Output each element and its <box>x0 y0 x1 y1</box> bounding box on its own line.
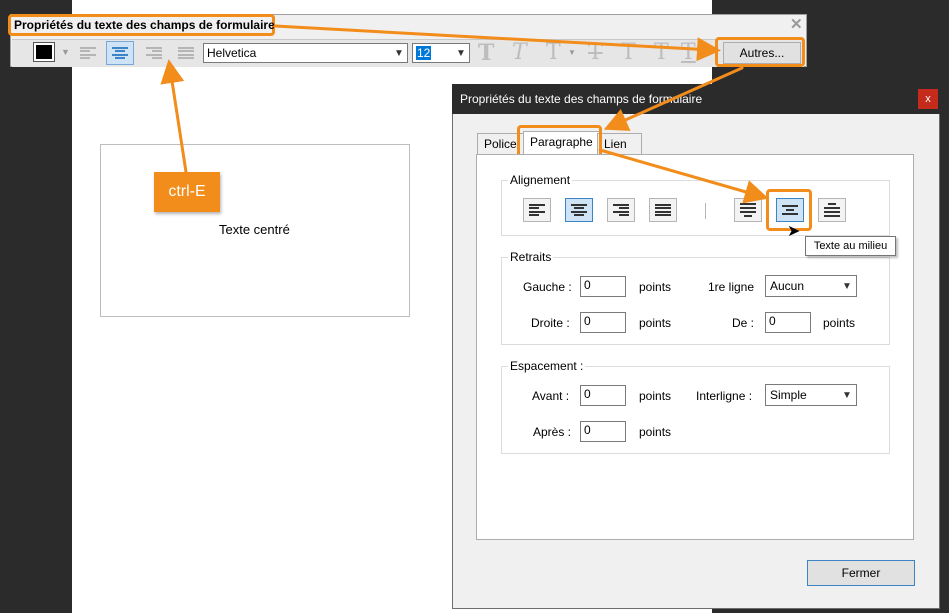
align-left-icon[interactable] <box>74 41 102 65</box>
tooltip: Texte au milieu <box>805 236 896 256</box>
line-spacing-value: Simple <box>770 388 807 402</box>
valign-top-icon[interactable] <box>734 198 762 222</box>
justify-icon[interactable] <box>649 198 677 222</box>
spacing-group <box>501 366 890 454</box>
font-family-select[interactable]: Helvetica ▼ <box>203 43 408 63</box>
chevron-down-icon: ▼ <box>842 389 852 401</box>
unit-label: points <box>823 316 856 330</box>
align-left-icon[interactable] <box>523 198 551 222</box>
strikethrough-icon[interactable]: T <box>588 40 603 65</box>
underline-icon[interactable]: T <box>681 40 696 65</box>
line-spacing-select[interactable]: Simple ▼ <box>765 384 857 406</box>
unit-label: points <box>639 389 672 403</box>
color-swatch-icon[interactable] <box>33 42 55 62</box>
justify-icon[interactable] <box>172 41 200 65</box>
text-style-icon[interactable]: T <box>546 40 561 65</box>
divider <box>705 203 706 219</box>
first-line-value: Aucun <box>770 279 805 293</box>
subscript-icon[interactable]: T <box>654 40 669 65</box>
form-field-text: Texte centré <box>219 222 290 237</box>
after-label: Après : <box>533 425 572 439</box>
align-center-icon[interactable] <box>106 41 134 65</box>
font-size-value: 12 <box>416 46 432 60</box>
mouse-cursor-icon: ➤ <box>787 223 801 240</box>
right-indent-input[interactable]: 0 <box>580 312 626 333</box>
superscript-icon[interactable]: T <box>621 40 636 65</box>
right-indent-label: Droite : <box>531 316 570 330</box>
close-button[interactable]: Fermer <box>807 560 915 586</box>
dialog-titlebar: Propriétés du texte des champs de formul… <box>452 84 940 114</box>
dialog-close-button[interactable]: x <box>918 89 938 109</box>
font-size-select[interactable]: 12 ▼ <box>412 43 470 63</box>
left-indent-label: Gauche : <box>523 280 572 294</box>
alignment-label: Alignement <box>508 173 573 187</box>
by-label: De : <box>732 316 755 330</box>
after-input[interactable]: 0 <box>580 421 626 442</box>
chevron-down-icon[interactable]: ▼ <box>568 48 576 57</box>
indents-label: Retraits <box>508 250 554 264</box>
italic-text-icon[interactable]: T <box>512 40 527 65</box>
by-input[interactable]: 0 <box>765 312 811 333</box>
font-family-value: Helvetica <box>207 46 257 60</box>
tab-lien[interactable]: Lien <box>597 133 642 155</box>
bold-text-icon[interactable]: T <box>478 40 494 66</box>
valign-bottom-icon[interactable] <box>818 198 846 222</box>
chevron-down-icon: ▼ <box>456 47 466 59</box>
toolbar-title: Propriétés du texte des champs de formul… <box>14 18 275 32</box>
spacing-label: Espacement : <box>508 359 586 373</box>
dialog-title: Propriétés du texte des champs de formul… <box>460 92 703 106</box>
first-line-select[interactable]: Aucun ▼ <box>765 275 857 297</box>
indents-group <box>501 257 890 345</box>
more-options-highlight <box>715 37 805 67</box>
chevron-down-icon: ▼ <box>842 280 852 292</box>
align-right-icon[interactable] <box>140 41 168 65</box>
left-indent-input[interactable]: 0 <box>580 276 626 297</box>
shortcut-callout: ctrl-E <box>154 172 220 212</box>
unit-label: points <box>639 316 672 330</box>
first-line-label: 1re ligne <box>708 280 755 294</box>
line-spacing-label: Interligne : <box>696 389 753 403</box>
close-icon[interactable]: ✕ <box>790 15 803 33</box>
align-center-icon[interactable] <box>565 198 593 222</box>
unit-label: points <box>639 425 672 439</box>
unit-label: points <box>639 280 672 294</box>
chevron-down-icon[interactable]: ▼ <box>61 47 70 57</box>
before-input[interactable]: 0 <box>580 385 626 406</box>
before-label: Avant : <box>532 389 570 403</box>
align-right-icon[interactable] <box>607 198 635 222</box>
chevron-down-icon: ▼ <box>394 47 404 59</box>
